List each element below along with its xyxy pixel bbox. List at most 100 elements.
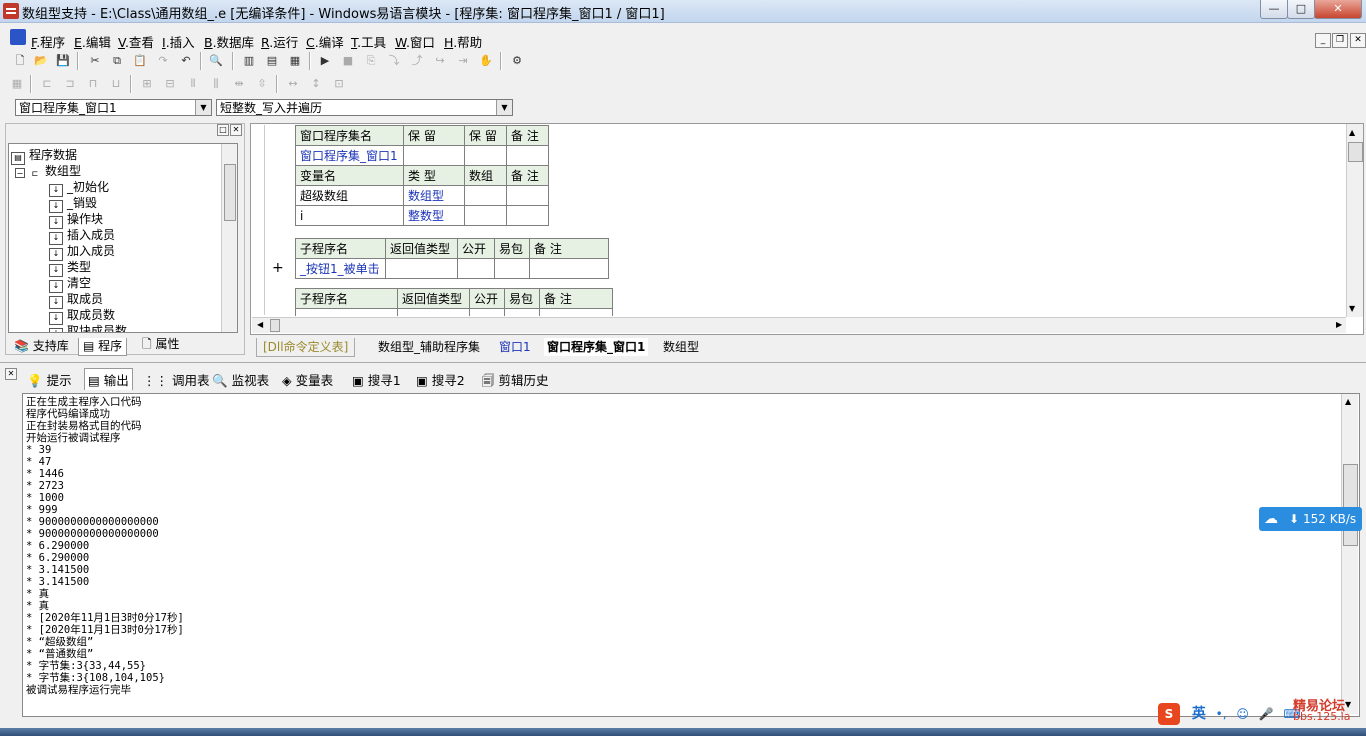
run-icon[interactable]: ▶ [316,52,334,70]
collapse-icon[interactable]: − [15,168,25,178]
save-icon[interactable]: 💾 [54,52,72,70]
tab-support-library[interactable]: 📚 支持库 [10,338,73,355]
tree-scrollbar[interactable] [221,144,237,332]
undo-icon[interactable]: ↶ [177,52,195,70]
tab-search2[interactable]: ▣ 搜寻2 [416,370,465,389]
tab-clip-history[interactable]: 🗐 剪辑历史 [482,370,549,393]
step-into-icon[interactable]: ⤵ [385,52,403,70]
mdi-close-button[interactable]: ✕ [1350,33,1366,48]
menu-edit[interactable]: E.编辑 [74,32,111,51]
step-over-icon[interactable]: ⤴ [408,52,426,70]
menu-insert[interactable]: I.插入 [162,32,195,51]
scroll-up-icon[interactable]: ▲ [1349,128,1355,137]
chevron-down-icon[interactable]: ▼ [496,100,512,115]
document-icon[interactable] [10,29,26,45]
assembly-select[interactable]: 窗口程序集_窗口1 ▼ [15,99,212,116]
ime-language[interactable]: 英 [1192,706,1206,722]
align-bottom-icon[interactable]: ⊔ [107,75,125,93]
chevron-down-icon[interactable]: ▼ [195,100,211,115]
space-h-icon[interactable]: ⇹ [230,75,248,93]
menu-view[interactable]: V.查看 [118,32,154,51]
microphone-icon[interactable]: 🎤 [1259,707,1274,721]
scrollbar-thumb[interactable] [1343,464,1358,546]
same-size-icon[interactable]: ⊡ [330,75,348,93]
center-h-icon[interactable]: ⊞ [138,75,156,93]
menu-run[interactable]: R.运行 [261,32,298,51]
mdi-restore-button[interactable]: ❐ [1332,33,1348,48]
menu-help[interactable]: H.帮助 [444,32,482,51]
same-width-icon[interactable]: ↔ [284,75,302,93]
menu-tools[interactable]: T.工具 [351,32,386,51]
layout-2-icon[interactable]: ▤ [263,52,281,70]
tab-properties[interactable]: 🗋 属性 [138,336,183,353]
tab-window1[interactable]: 窗口1 [499,338,531,356]
output-scrollbar[interactable]: ▲ ▼ [1341,394,1358,714]
tab-hints[interactable]: 💡 提示 [27,370,72,389]
tab-dll-commands[interactable]: [Dll命令定义表] [256,338,356,357]
splitter[interactable] [0,362,1366,363]
distribute-h-icon[interactable]: ⫴ [184,75,202,93]
menu-file[interactable]: F.程序 [31,32,65,51]
menu-compile[interactable]: C.编译 [306,32,344,51]
maximize-button[interactable]: □ [1287,0,1315,19]
step-out-icon[interactable]: ↪ [431,52,449,70]
new-file-icon[interactable]: 🗋 [11,52,29,70]
debug-tool-icon[interactable]: ⚙ [508,52,526,70]
align-center-icon[interactable]: ⊐ [61,75,79,93]
scroll-down-icon[interactable]: ▼ [1345,700,1351,709]
align-left-icon[interactable]: ⊏ [38,75,56,93]
open-folder-icon[interactable]: 📂 [32,52,50,70]
tab-helper-assembly[interactable]: 数组型_辅助程序集 [378,338,480,356]
tab-call-stack[interactable]: ⋮⋮ 调用表 [143,370,210,389]
scrollbar-thumb[interactable] [270,319,280,332]
tab-window1-assembly[interactable]: 窗口程序集_窗口1 [544,338,649,356]
space-v-icon[interactable]: ⇳ [253,75,271,93]
close-button[interactable]: ✕ [1314,0,1362,19]
output-console[interactable]: 正在生成主程序入口代码 程序代码编译成功 正在封装易格式目的代码 开始运行被调试… [22,393,1360,717]
layout-1-icon[interactable]: ▥ [240,52,258,70]
emoji-icon[interactable]: ☺ [1236,707,1249,721]
subroutine-select[interactable]: 短整数_写入并遍历 ▼ [216,99,513,116]
panel-close-button[interactable]: ✕ [230,124,242,136]
hand-icon[interactable]: ✋ [477,52,495,70]
step-icon[interactable]: ⎘ [362,52,380,70]
tab-program[interactable]: ▤ 程序 [78,338,128,356]
find-icon[interactable]: 🔍 [207,52,225,70]
same-height-icon[interactable]: ↕ [307,75,325,93]
minimize-button[interactable]: — [1260,0,1288,19]
panel-restore-button[interactable]: □ [217,124,229,136]
menu-window[interactable]: W.窗口 [395,32,435,51]
run-to-cursor-icon[interactable]: ⇥ [454,52,472,70]
code-horizontal-scrollbar[interactable]: ◀ ▶ [252,317,1346,333]
scrollbar-thumb[interactable] [224,164,236,221]
align-grid-icon[interactable]: ▦ [8,75,26,93]
tab-search1[interactable]: ▣ 搜寻1 [352,370,401,389]
program-tree[interactable]: ▤ 程序数据 − ⊏ 数组型 ↓ _初始化 ↓ _销毁 ↓ 操作块 ↓ 插入成员 ↓ 加入成员 … [8,143,238,333]
scroll-down-icon[interactable]: ▼ [1349,304,1355,313]
tab-watch[interactable]: 🔍 监视表 [212,370,269,389]
paste-icon[interactable]: 📋 [131,52,149,70]
tree-item-method[interactable]: ↓取块成员数 [49,322,127,332]
code-vertical-scrollbar[interactable]: ▲ ▼ [1346,124,1363,317]
stop-icon[interactable]: ■ [339,52,357,70]
network-speed-widget[interactable]: ☁ ⬇ 152 KB/s [1259,507,1362,531]
scroll-left-icon[interactable]: ◀ [257,320,263,329]
align-top-icon[interactable]: ⊓ [84,75,102,93]
scrollbar-thumb[interactable] [1348,142,1363,162]
center-v-icon[interactable]: ⊟ [161,75,179,93]
output-close-button[interactable]: ✕ [5,368,17,380]
tab-array-class[interactable]: 数组型 [663,338,699,356]
redo-icon[interactable]: ↷ [154,52,172,70]
menu-database[interactable]: B.数据库 [204,32,254,51]
tab-variables[interactable]: ◈ 变量表 [282,370,333,389]
copy-icon[interactable]: ⧉ [108,52,126,70]
scroll-right-icon[interactable]: ▶ [1336,320,1342,329]
punctuation-icon[interactable]: •, [1216,707,1227,721]
layout-3-icon[interactable]: ▦ [286,52,304,70]
tab-output[interactable]: ▤ 输出 [84,368,133,390]
scroll-up-icon[interactable]: ▲ [1345,397,1351,406]
sogou-icon[interactable]: S [1158,703,1180,725]
mdi-minimize-button[interactable]: _ [1315,33,1331,48]
distribute-v-icon[interactable]: ⫼ [207,75,225,93]
cut-icon[interactable]: ✂ [86,52,104,70]
